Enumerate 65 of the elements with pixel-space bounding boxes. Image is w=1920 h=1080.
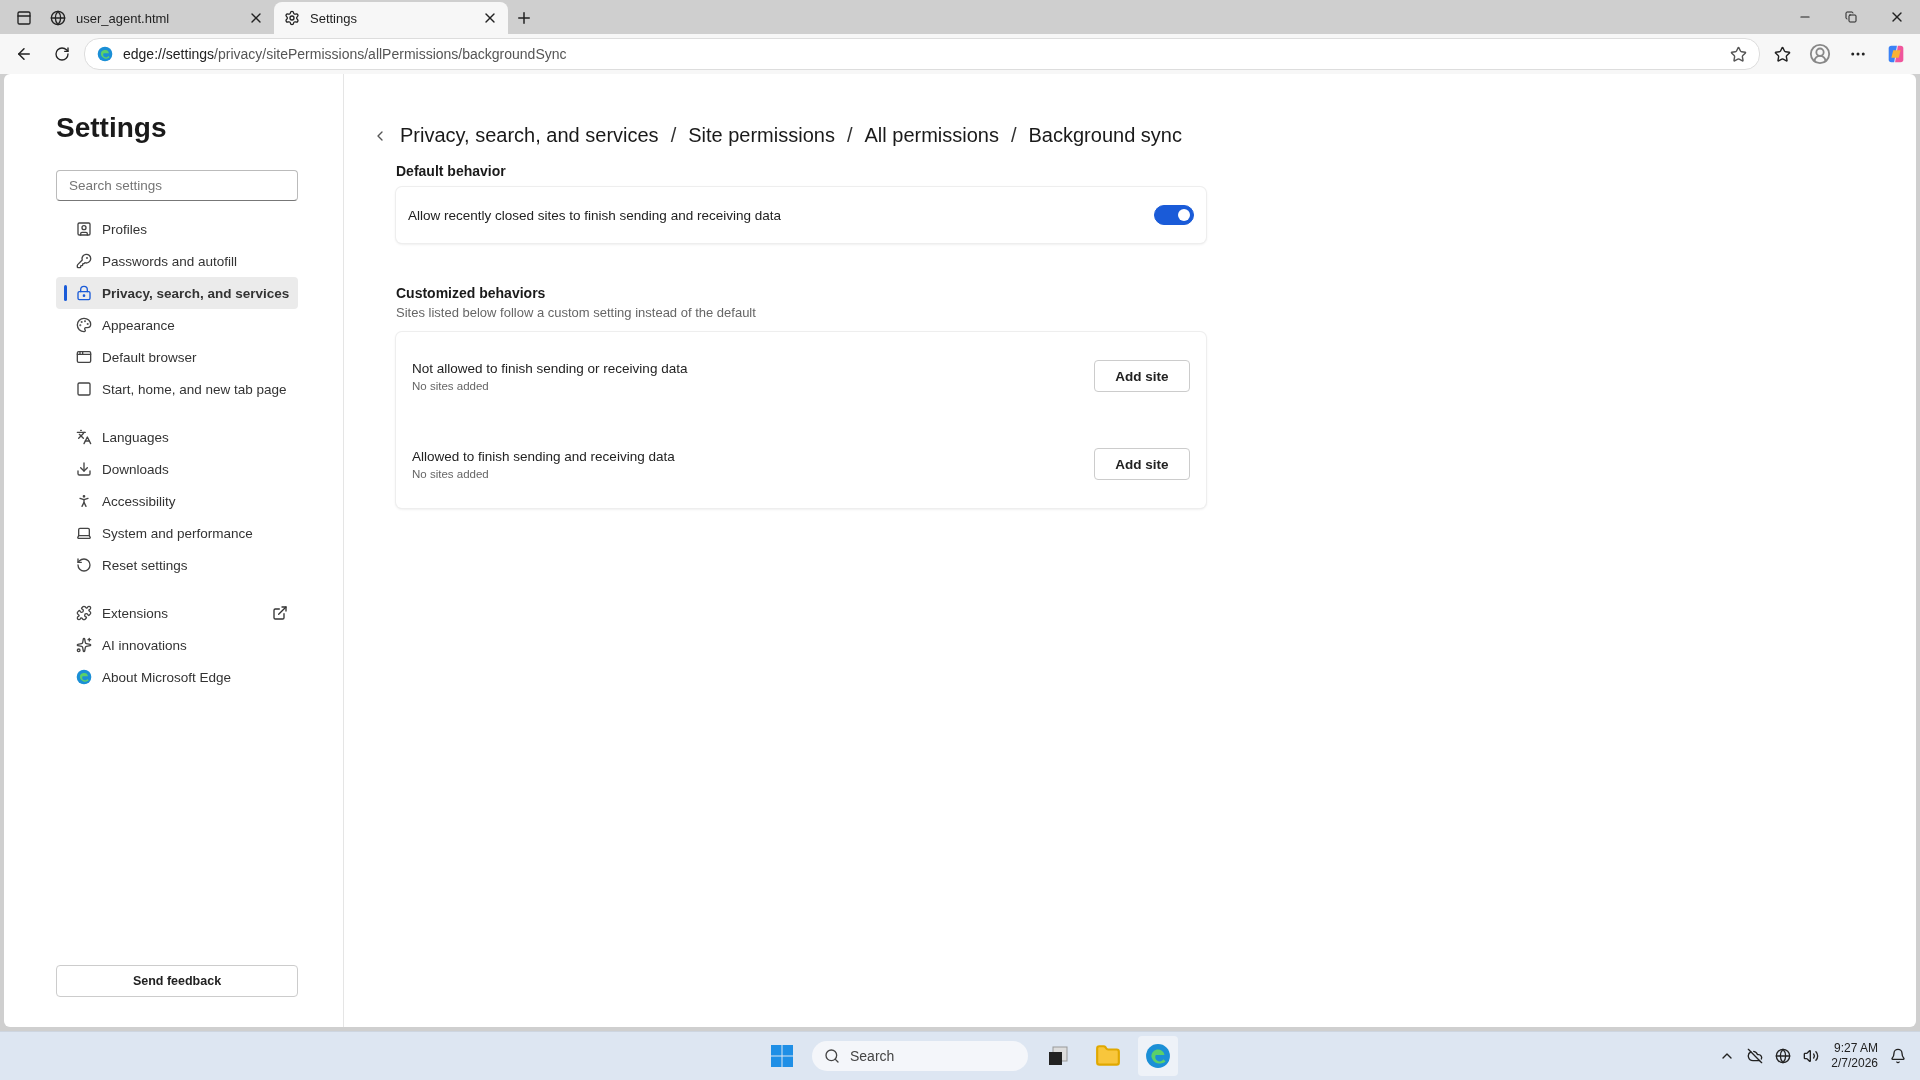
breadcrumb-separator: /: [670, 124, 677, 147]
sidebar-item[interactable]: System and performance: [56, 517, 298, 549]
section-description: Sites listed below follow a custom setting instead of the default: [396, 305, 757, 320]
window-icon: [76, 349, 92, 365]
breadcrumb-separator: /: [846, 124, 853, 147]
edge-logo-icon: [1145, 1043, 1171, 1069]
breadcrumb-item: Background sync: [1028, 124, 1182, 147]
send-feedback-button[interactable]: Send feedback: [56, 965, 298, 997]
sidebar-item[interactable]: Languages: [56, 421, 298, 453]
download-icon: [76, 461, 92, 477]
browser-tab[interactable]: Settings: [274, 2, 508, 34]
sidebar-item[interactable]: Downloads: [56, 453, 298, 485]
add-site-button[interactable]: Add site: [1094, 448, 1190, 480]
cloud-off-icon[interactable]: [1747, 1048, 1764, 1064]
toggle-switch[interactable]: [1154, 205, 1194, 225]
edge-logo-icon: [76, 669, 92, 685]
puzzle-icon: [76, 605, 92, 621]
globe-icon: [50, 10, 66, 26]
search-settings-field[interactable]: Search settings: [56, 170, 298, 201]
breadcrumb-item[interactable]: All permissions: [864, 124, 999, 147]
add-site-button[interactable]: Add site: [1094, 360, 1190, 392]
setting-label: Not allowed to finish sending or receiving data: [412, 360, 688, 376]
laptop-icon: [76, 525, 92, 541]
edge-taskbar-icon[interactable]: [1138, 1036, 1178, 1076]
notification-icon[interactable]: [1890, 1048, 1906, 1064]
settings-title: Settings: [56, 112, 168, 144]
key-icon: [76, 253, 92, 269]
search-icon: [824, 1048, 840, 1064]
sidebar-item[interactable]: Start, home, and new tab page: [56, 373, 298, 405]
sidebar-item[interactable]: Privacy, search, and services: [56, 277, 298, 309]
clock[interactable]: 9:27 AM 2/7/2026: [1831, 1041, 1878, 1071]
breadcrumb-item[interactable]: Privacy, search, and services: [400, 124, 659, 147]
sidebar-item[interactable]: Reset settings: [56, 549, 298, 581]
sidebar-item[interactable]: Appearance: [56, 309, 298, 341]
taskbar-search-field[interactable]: Search: [812, 1041, 1028, 1071]
setting-subtitle: No sites added: [412, 467, 490, 480]
speaker-icon[interactable]: [1803, 1048, 1820, 1064]
address-bar[interactable]: edge://settings/privacy/sitePermissions/allPermissions/backgroundSync: [84, 38, 1760, 70]
sidebar-item[interactable]: Extensions: [56, 597, 298, 629]
sidebar-item[interactable]: Default browser: [56, 341, 298, 373]
reset-icon: [76, 557, 92, 573]
setting-subtitle: No sites added: [412, 379, 490, 392]
section-heading: Default behavior: [396, 163, 507, 179]
setting-label: Allow recently closed sites to finish sending and receiving data: [408, 207, 781, 223]
sidebar-item[interactable]: About Microsoft Edge: [56, 661, 298, 693]
browser-tab[interactable]: user_agent.html: [40, 2, 274, 34]
edge-logo-icon: [97, 46, 113, 62]
favorite-star-icon[interactable]: [1730, 45, 1747, 63]
settings-icon: [284, 10, 300, 26]
sidebar-item[interactable]: Passwords and autofill: [56, 245, 298, 277]
lock-icon: [76, 285, 92, 301]
globe-icon[interactable]: [1775, 1048, 1792, 1064]
person-icon: [76, 493, 92, 509]
setting-label: Allowed to finish sending and receiving data: [412, 448, 675, 464]
section-heading: Customized behaviors: [396, 285, 547, 301]
sidebar-item[interactable]: Profiles: [56, 213, 298, 245]
palette-icon: [76, 317, 92, 333]
profile-icon: [76, 221, 92, 237]
breadcrumb-separator: /: [1010, 124, 1017, 147]
sidebar-item[interactable]: AI innovations: [56, 629, 298, 661]
breadcrumb-item[interactable]: Site permissions: [688, 124, 835, 147]
square-icon: [76, 381, 92, 397]
languages-icon: [76, 429, 92, 445]
sidebar-item[interactable]: Accessibility: [56, 485, 298, 517]
sparkles-icon: [76, 637, 92, 653]
